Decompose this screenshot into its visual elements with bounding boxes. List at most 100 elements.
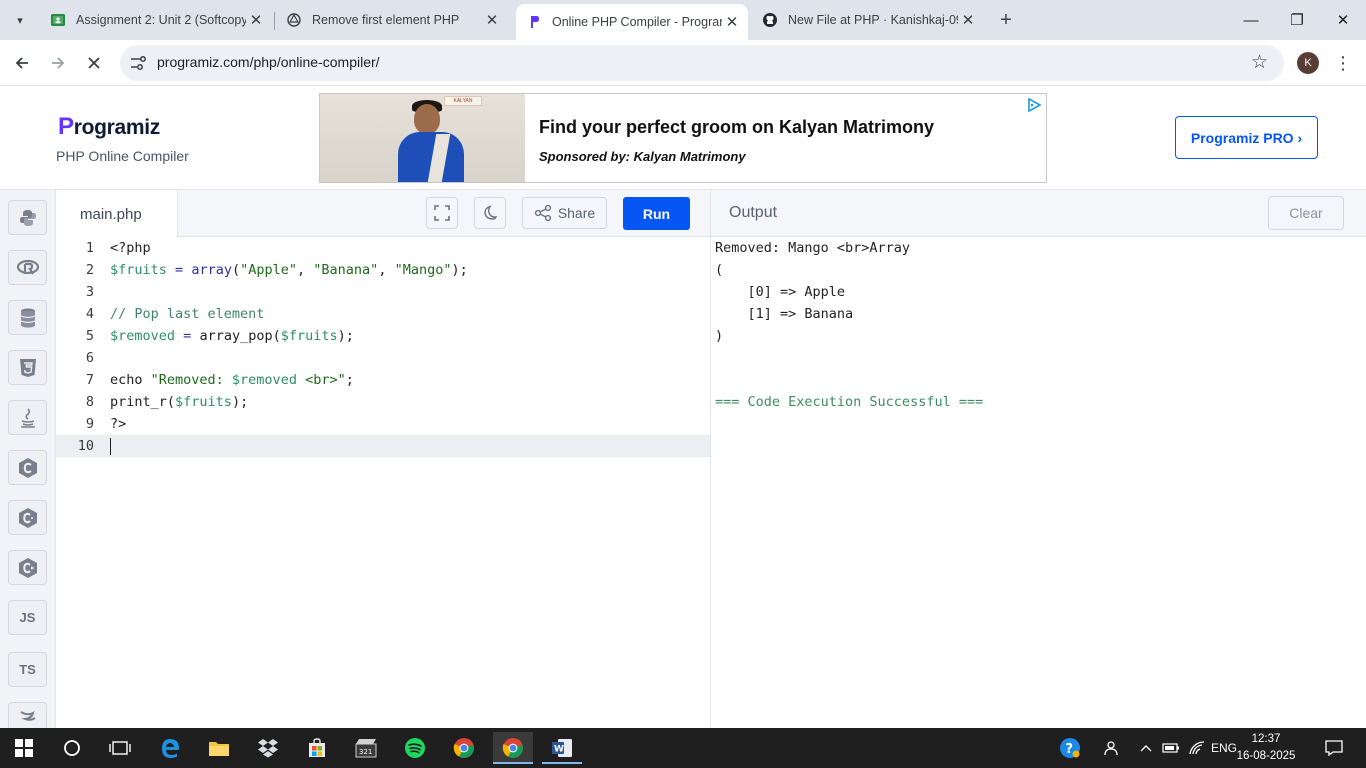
code-line: 9 ?> <box>85 416 127 432</box>
share-icon <box>534 204 551 222</box>
page-subtitle: PHP Online Compiler <box>56 148 189 164</box>
svg-text:?: ? <box>1066 742 1074 757</box>
close-icon[interactable]: ✕ <box>482 10 502 30</box>
file-tab-main-php[interactable]: main.php <box>56 189 178 238</box>
site-info-icon[interactable] <box>129 54 147 72</box>
programiz-icon <box>526 14 542 30</box>
tab-separator <box>274 12 275 30</box>
task-view-icon[interactable] <box>100 732 140 764</box>
new-tab-plus-icon[interactable]: + <box>994 8 1018 32</box>
back-arrow-icon[interactable] <box>8 49 36 77</box>
run-button[interactable]: Run <box>623 197 690 230</box>
code-line-active: 10 <box>56 435 710 457</box>
programiz-logo[interactable]: Programiz <box>58 113 160 141</box>
code-line: 2 $fruits = array("Apple", "Banana", "Man… <box>85 262 468 278</box>
address-bar[interactable]: programiz.com/php/online-compiler/ ☆ <box>120 45 1284 81</box>
dropbox-icon[interactable] <box>248 732 288 764</box>
spotify-icon[interactable] <box>395 732 435 764</box>
sql-database-icon[interactable] <box>8 300 47 335</box>
html5-icon[interactable] <box>8 350 47 385</box>
code-line: 4// Pop last element <box>85 306 265 322</box>
output-title: Output <box>729 204 778 221</box>
stop-loading-icon[interactable] <box>80 49 108 77</box>
code-line: 5 $removed = array_pop($fruits); <box>85 328 354 344</box>
csharp-icon[interactable] <box>8 550 47 585</box>
close-icon[interactable]: ✕ <box>722 12 742 32</box>
programiz-pro-button[interactable]: Programiz PRO › <box>1175 116 1318 159</box>
tab-strip: ▾ Assignment 2: Unit 2 (Softcopy ✕ Remov… <box>0 0 1366 40</box>
code-editor[interactable]: 1 <?php 2 $fruits = array("Apple", "Banana… <box>56 237 710 728</box>
sidebar-item-js[interactable]: JS <box>8 600 47 635</box>
language-sidebar: JS TS <box>0 189 56 729</box>
chrome-active-icon[interactable] <box>493 732 533 764</box>
file-explorer-icon[interactable] <box>199 732 239 764</box>
windows-start-icon[interactable] <box>4 732 44 764</box>
sidebar-item-ts[interactable]: TS <box>8 652 47 687</box>
edge-browser-icon[interactable] <box>150 732 190 764</box>
forward-arrow-icon[interactable] <box>44 49 72 77</box>
github-icon <box>762 12 778 28</box>
profile-avatar[interactable]: K <box>1297 52 1319 74</box>
google-classroom-icon <box>50 12 66 28</box>
battery-icon[interactable] <box>1160 728 1182 768</box>
active-app-indicator <box>493 762 533 764</box>
notifications-icon[interactable] <box>1320 728 1348 768</box>
tab-remove-first-element[interactable]: Remove first element PHP ✕ <box>276 5 508 35</box>
output-line: ( <box>715 262 724 278</box>
show-hidden-icons-chevron-icon[interactable] <box>1136 728 1156 768</box>
share-button[interactable]: Share <box>522 197 607 229</box>
close-icon[interactable]: ✕ <box>246 10 266 30</box>
code-line: 7 echo "Removed: $removed <br>"; <box>85 372 354 388</box>
video-editor-icon[interactable]: 321 <box>346 732 386 764</box>
dark-mode-moon-icon[interactable] <box>474 197 506 229</box>
svg-text:W: W <box>554 745 564 755</box>
c-icon[interactable] <box>8 450 47 485</box>
search-circle-icon[interactable] <box>52 732 92 764</box>
ad-image: KALYAN <box>320 94 525 182</box>
ad-choices-icon[interactable] <box>1026 97 1042 113</box>
output-line: Removed: Mango <br>Array <box>715 240 911 256</box>
code-line: 1 <?php <box>85 240 151 256</box>
chatgpt-icon <box>286 12 302 28</box>
code-line: 8 print_r($fruits); <box>85 394 249 410</box>
microsoft-store-icon[interactable] <box>297 732 337 764</box>
clear-button[interactable]: Clear <box>1268 196 1344 230</box>
wifi-icon[interactable] <box>1186 728 1208 768</box>
chrome-icon[interactable] <box>444 732 484 764</box>
output-console: Removed: Mango <br>Array ( [0] => Apple … <box>711 237 1366 728</box>
execution-status: === Code Execution Successful === <box>715 394 984 410</box>
minimize-icon[interactable]: — <box>1228 0 1274 40</box>
cpp-icon[interactable] <box>8 500 47 535</box>
java-icon[interactable] <box>8 400 47 435</box>
output-line: ) <box>715 328 724 344</box>
active-app-indicator <box>542 762 582 764</box>
clock-time: 12:37 <box>1251 733 1281 745</box>
tab-assignment[interactable]: Assignment 2: Unit 2 (Softcopy ✕ <box>40 5 272 35</box>
clock-date: 16-08-2025 <box>1236 750 1296 762</box>
ad-brand-logo: KALYAN <box>444 96 482 106</box>
people-icon[interactable] <box>1098 728 1124 768</box>
code-line: 6 <box>85 350 94 366</box>
advertisement-banner[interactable]: KALYAN Find your perfect groom on Kalyan… <box>319 93 1047 183</box>
restore-icon[interactable]: ❐ <box>1274 0 1320 40</box>
tab-online-php-compiler[interactable]: Online PHP Compiler - Program ✕ <box>516 4 748 40</box>
site-header: Programiz PHP Online Compiler KALYAN Fin… <box>0 87 1366 189</box>
window-close-icon[interactable]: ✕ <box>1320 0 1366 40</box>
help-icon[interactable]: ? <box>1056 728 1084 768</box>
fullscreen-icon[interactable] <box>426 197 458 229</box>
close-icon[interactable]: ✕ <box>958 10 978 30</box>
bookmark-star-icon[interactable]: ☆ <box>1251 51 1268 74</box>
word-icon[interactable]: W <box>542 732 582 764</box>
swift-icon[interactable] <box>8 702 47 729</box>
output-toolbar: Output Clear <box>711 189 1366 237</box>
python-icon[interactable] <box>8 200 47 235</box>
code-line: 3 <box>85 284 94 300</box>
r-icon[interactable] <box>8 250 47 285</box>
windows-taskbar: 321 W ? ENG 12:37 16-08-2025 <box>0 728 1366 768</box>
tab-github-new-file[interactable]: New File at PHP · Kanishkaj-09/ ✕ <box>752 5 984 35</box>
system-clock[interactable]: 12:37 16-08-2025 <box>1235 731 1297 765</box>
output-line: [0] => Apple <box>715 284 846 300</box>
tab-search-dropdown-icon[interactable]: ▾ <box>8 8 32 32</box>
text-cursor <box>110 437 111 455</box>
browser-menu-icon[interactable]: ⋮ <box>1334 50 1352 76</box>
